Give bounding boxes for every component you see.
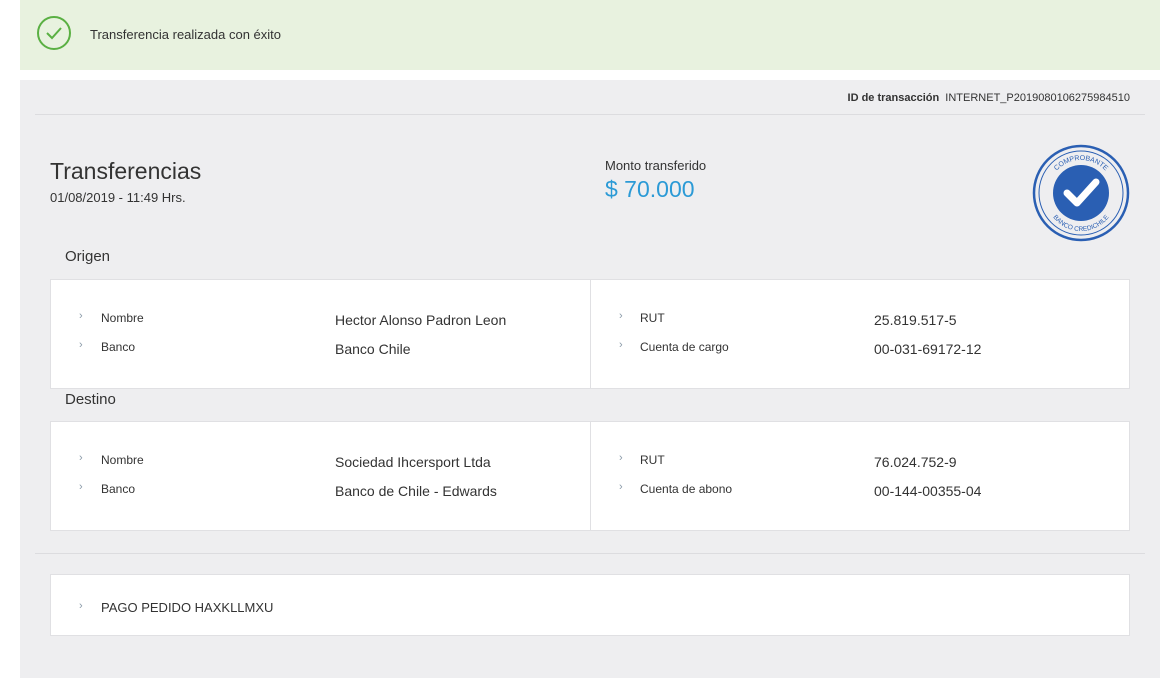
field-value: 76.024.752-9 xyxy=(874,454,957,470)
destino-label: Destino xyxy=(65,391,116,408)
chevron-right-icon: › xyxy=(79,310,83,322)
field-label: Nombre xyxy=(101,311,144,325)
field-label: RUT xyxy=(640,311,665,325)
origen-card: › Nombre Hector Alonso Padron Leon › Ban… xyxy=(50,279,1130,389)
field-label: Banco xyxy=(101,482,136,496)
amount-label: Monto transferido xyxy=(605,158,707,173)
chevron-right-icon: › xyxy=(619,310,623,322)
chevron-right-icon: › xyxy=(79,339,83,351)
success-message: Transferencia realizada con éxito xyxy=(90,27,282,42)
chevron-right-icon: › xyxy=(79,600,83,612)
card-divider xyxy=(590,422,591,530)
page-title: Transferencias xyxy=(50,158,202,184)
comprobante-seal-icon: COMPROBANTE BANCO CREDICHILE xyxy=(1032,144,1130,242)
chevron-right-icon: › xyxy=(619,452,623,464)
field-label: Nombre xyxy=(101,453,144,467)
field-label: Cuenta de abono xyxy=(640,482,733,496)
divider xyxy=(35,114,1145,115)
transaction-id: ID de transacción INTERNET_P201908010627… xyxy=(848,92,1130,104)
field-label: Cuenta de cargo xyxy=(640,340,729,354)
destino-card: › Nombre Sociedad Ihcersport Ltda › Banc… xyxy=(50,421,1130,531)
field-value: Banco Chile xyxy=(335,341,411,357)
check-circle-icon xyxy=(37,16,71,50)
amount-value: $ 70.000 xyxy=(605,176,695,202)
field-value: 00-031-69172-12 xyxy=(874,341,982,357)
field-value: Sociedad Ihcersport Ltda xyxy=(335,454,491,470)
transaction-id-label: ID de transacción xyxy=(847,92,940,104)
transaction-id-value: INTERNET_P2019080106275984510 xyxy=(945,92,1130,104)
transfer-receipt: ID de transacción INTERNET_P201908010627… xyxy=(20,80,1160,678)
chevron-right-icon: › xyxy=(79,452,83,464)
field-label: RUT xyxy=(640,453,665,467)
transfer-note: PAGO PEDIDO HAXKLLMXU xyxy=(101,600,274,615)
divider xyxy=(35,553,1145,554)
field-value: Hector Alonso Padron Leon xyxy=(335,312,507,328)
field-value: Banco de Chile - Edwards xyxy=(335,483,497,499)
chevron-right-icon: › xyxy=(619,339,623,351)
field-value: 25.819.517-5 xyxy=(874,312,957,328)
field-label: Banco xyxy=(101,340,136,354)
transfer-date: 01/08/2019 - 11:49 Hrs. xyxy=(50,190,186,205)
chevron-right-icon: › xyxy=(619,481,623,493)
card-divider xyxy=(590,280,591,388)
success-banner: Transferencia realizada con éxito xyxy=(20,0,1160,70)
origen-label: Origen xyxy=(65,248,111,265)
field-value: 00-144-00355-04 xyxy=(874,483,982,499)
note-card: › PAGO PEDIDO HAXKLLMXU xyxy=(50,574,1130,636)
chevron-right-icon: › xyxy=(79,481,83,493)
